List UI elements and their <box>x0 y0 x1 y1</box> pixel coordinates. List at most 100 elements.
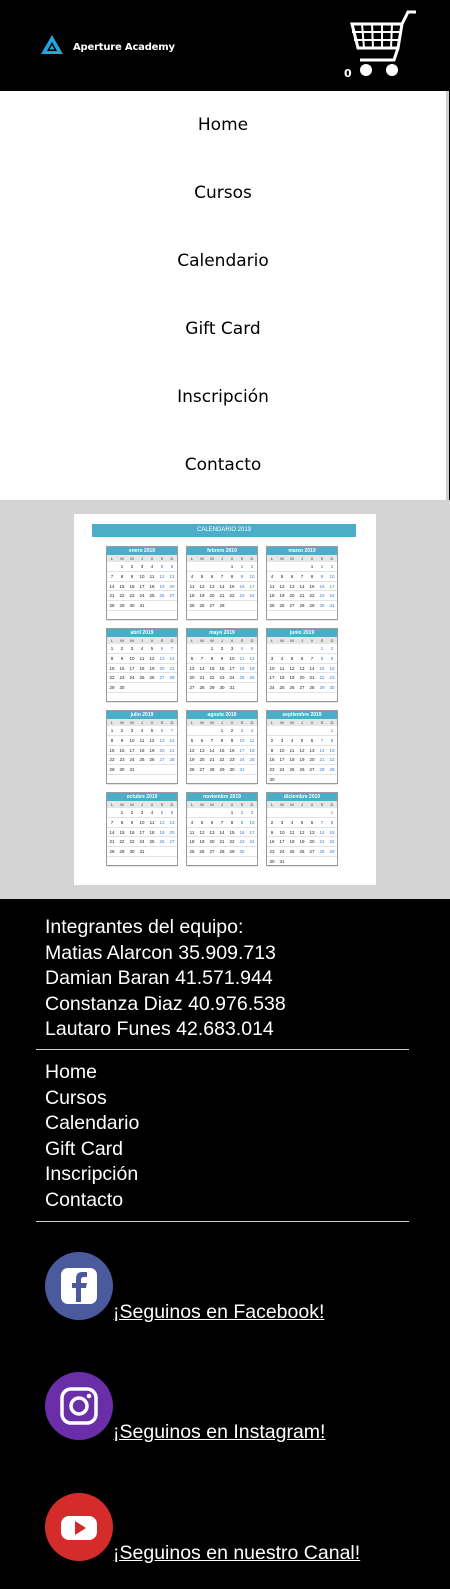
day-cell: 9 <box>237 572 247 582</box>
day-cell: 19 <box>287 673 297 684</box>
day-cell: 18 <box>237 664 247 674</box>
day-cell: 31 <box>277 857 287 867</box>
day-cell: 20 <box>307 837 317 848</box>
day-cell: 1 <box>117 808 127 818</box>
day-cell <box>297 644 307 654</box>
instagram-link[interactable]: ¡Seguinos en Instagram! <box>113 1421 325 1444</box>
day-cell <box>317 693 327 703</box>
day-cell: 30 <box>267 775 277 785</box>
nav-item-cursos[interactable]: Cursos <box>0 159 446 227</box>
day-cell: 9 <box>267 746 277 756</box>
day-cell: 13 <box>167 572 177 582</box>
day-cell: 14 <box>307 664 317 674</box>
weekday-label: L <box>190 638 194 643</box>
social-youtube: ¡Seguinos en nuestro Canal! <box>45 1493 360 1564</box>
day-cell: 23 <box>267 765 277 775</box>
day-cell: 23 <box>327 673 337 684</box>
footer-link-gift-card[interactable]: Gift Card <box>45 1137 139 1163</box>
month-title: julio 2019 <box>107 711 177 719</box>
day-cell: 14 <box>107 828 117 838</box>
day-cell <box>167 693 177 703</box>
day-cell: 5 <box>157 808 167 818</box>
day-cell: 1 <box>227 808 237 818</box>
day-cell: 25 <box>137 673 147 684</box>
calendar-month: febrero 2019 L M M J V S D 1 2 3 4 5 6 7 8 9 10 11 12 13 14 15… <box>186 546 258 621</box>
day-grid: 1 2 3 4 5 6 7 8 9 10 11 12 13 14 15 16 17 18 19 20 21 22 23 24 2… <box>267 808 337 867</box>
day-cell: 1 <box>327 726 337 736</box>
day-cell: 4 <box>137 644 147 654</box>
day-cell <box>297 693 307 703</box>
day-cell: 4 <box>187 818 197 828</box>
weekday-label: L <box>270 802 274 807</box>
day-cell: 27 <box>157 673 167 684</box>
weekday-label: M <box>200 802 204 807</box>
day-cell: 20 <box>297 673 307 684</box>
day-cell: 26 <box>147 673 157 684</box>
day-cell <box>157 693 167 703</box>
day-cell: 23 <box>227 755 237 766</box>
day-cell: 8 <box>327 818 337 828</box>
calendar-month: agosto 2019 L M M J V S D 1 2 3 4 5 6 7 8 9 10 11 12 13 14 15 1… <box>186 710 258 785</box>
weekday-row: LMMJVSD <box>187 637 257 644</box>
weekday-row: LMMJVSD <box>187 719 257 726</box>
nav-item-calendario[interactable]: Calendario <box>0 227 446 295</box>
day-cell: 18 <box>267 591 277 602</box>
day-cell: 24 <box>227 673 237 684</box>
youtube-link[interactable]: ¡Seguinos en nuestro Canal! <box>113 1542 360 1565</box>
day-cell <box>287 808 297 818</box>
day-cell: 13 <box>207 828 217 838</box>
team-member: Damian Baran 41.571.944 <box>45 967 273 989</box>
day-cell <box>217 775 227 785</box>
day-cell <box>317 808 327 818</box>
nav-item-home[interactable]: Home <box>0 91 446 159</box>
footer-link-inscripcion[interactable]: Inscripción <box>45 1162 139 1188</box>
day-cell <box>277 775 287 785</box>
footer-divider <box>36 1221 409 1222</box>
day-cell <box>307 726 317 736</box>
day-cell <box>187 775 197 785</box>
day-cell: 16 <box>237 828 247 838</box>
day-cell <box>307 808 317 818</box>
day-cell <box>267 562 277 572</box>
weekday-label: D <box>250 638 254 643</box>
day-cell <box>167 601 177 611</box>
brand-logo-link[interactable]: Aperture Academy <box>40 34 175 60</box>
nav-item-gift-card[interactable]: Gift Card <box>0 295 446 363</box>
day-cell: 7 <box>307 654 317 664</box>
day-cell: 1 <box>107 644 117 654</box>
footer-link-home[interactable]: Home <box>45 1060 139 1086</box>
weekday-label: D <box>170 720 174 725</box>
weekday-row: LMMJVSD <box>107 719 177 726</box>
weekday-label: S <box>320 556 324 561</box>
day-cell <box>247 765 257 775</box>
facebook-icon[interactable] <box>45 1252 113 1320</box>
youtube-icon[interactable] <box>45 1493 113 1561</box>
day-cell: 14 <box>167 654 177 664</box>
footer-link-calendario[interactable]: Calendario <box>45 1111 139 1137</box>
day-cell: 7 <box>217 572 227 582</box>
footer-link-cursos[interactable]: Cursos <box>45 1086 139 1112</box>
day-cell <box>197 644 207 654</box>
day-cell <box>107 562 117 572</box>
day-cell: 24 <box>267 683 277 693</box>
weekday-label: D <box>170 556 174 561</box>
day-cell: 3 <box>277 736 287 746</box>
nav-item-contacto[interactable]: Contacto <box>0 431 446 499</box>
day-cell: 3 <box>247 808 257 818</box>
day-cell <box>197 693 207 703</box>
day-cell: 12 <box>297 746 307 756</box>
nav-item-inscripcion[interactable]: Inscripción <box>0 363 446 431</box>
day-cell: 20 <box>157 746 167 756</box>
day-cell: 19 <box>297 837 307 848</box>
calendar-month: diciembre 2019 L M M J V S D 1 2 3 4 5 6 7 8 9 10 11 12 13 14… <box>266 792 338 867</box>
day-cell: 16 <box>317 582 327 592</box>
day-cell: 17 <box>267 673 277 684</box>
day-cell: 6 <box>297 654 307 664</box>
site-header: Aperture Academy 0 <box>0 0 450 91</box>
cart-button[interactable]: 0 <box>344 10 422 82</box>
day-cell: 25 <box>187 847 197 857</box>
facebook-link[interactable]: ¡Seguinos en Facebook! <box>113 1301 324 1324</box>
footer-link-contacto[interactable]: Contacto <box>45 1188 139 1214</box>
instagram-icon[interactable] <box>45 1372 113 1440</box>
day-cell: 5 <box>247 644 257 654</box>
